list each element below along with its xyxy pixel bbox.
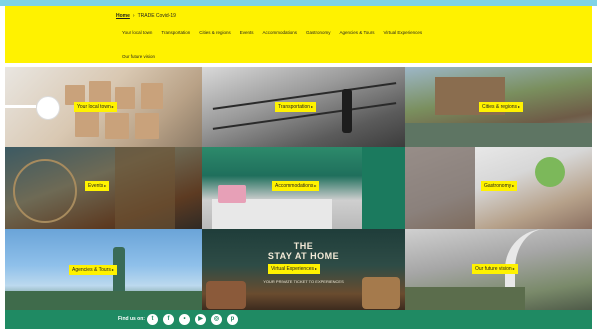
page: Home › TRADE Covid-19 Your local town Tran… <box>0 0 597 329</box>
bed-image <box>212 199 332 229</box>
person-image <box>218 185 246 203</box>
canal-image <box>405 123 592 147</box>
tile-label-text: Virtual Experiences <box>271 266 314 272</box>
tile-our-future-vision[interactable]: Our future vision▸ <box>405 229 592 310</box>
tile-gastronomy[interactable]: Gastronomy▸ <box>405 147 592 229</box>
artwork-image <box>206 281 246 309</box>
letter-block-image <box>115 87 135 109</box>
find-us-label: Find us on: <box>118 316 145 322</box>
tile-accommodations[interactable]: Accommodations▸ <box>202 147 405 229</box>
nav-row: Your local town Transportation Cities & … <box>122 30 422 35</box>
artwork-image <box>362 277 400 309</box>
tile-label-text: Your local town <box>77 104 111 110</box>
nav-row-2: Our future vision <box>122 54 155 59</box>
arrow-right-icon: ▸ <box>518 104 521 109</box>
nav-link-events[interactable]: Events <box>240 30 254 35</box>
arrow-right-icon: ▸ <box>314 183 317 188</box>
letter-block-image <box>141 83 163 109</box>
plate-image <box>535 157 565 187</box>
flickr-icon[interactable]: • <box>179 314 190 325</box>
arrow-right-icon: ▸ <box>315 266 318 271</box>
nav-link-agencies-tours[interactable]: Agencies & Tours <box>340 30 375 35</box>
tile-label-events[interactable]: Events▸ <box>85 181 110 191</box>
tile-label-text: Agencies & Tours <box>72 267 111 273</box>
arrow-right-icon: ▸ <box>111 267 114 272</box>
nav-link-our-future-vision[interactable]: Our future vision <box>122 54 155 59</box>
tile-label-our-future-vision[interactable]: Our future vision▸ <box>472 264 518 274</box>
tile-label-text: Accommodations <box>275 183 314 189</box>
sculpture-image <box>13 159 77 223</box>
carousel-handle[interactable] <box>36 96 60 120</box>
stay-at-home-title-line2: STAY AT HOME <box>267 251 340 261</box>
nav-link-gastronomy[interactable]: Gastronomy <box>306 30 331 35</box>
stay-at-home-title-line1: THE <box>293 241 314 251</box>
tile-label-cities-regions[interactable]: Cities & regions▸ <box>479 102 524 112</box>
tile-label-text: Our future vision <box>475 266 512 272</box>
nav-link-transportation[interactable]: Transportation <box>161 30 190 35</box>
arrow-right-icon: ▸ <box>104 183 107 188</box>
footer: Find us on: t f • ▶ ◎ p <box>5 310 592 329</box>
category-tile-grid: Your local town▸ Transportation▸ Cities … <box>5 67 592 310</box>
facebook-icon[interactable]: f <box>163 314 174 325</box>
carousel-indicator-line <box>5 105 36 108</box>
twitter-icon[interactable]: t <box>147 314 158 325</box>
tile-cities-regions[interactable]: Cities & regions▸ <box>405 67 592 147</box>
breadcrumb-current: TRADE Covid-19 <box>137 13 176 19</box>
nav-link-virtual-experiences[interactable]: Virtual Experiences <box>383 30 422 35</box>
breadcrumb-home-link[interactable]: Home <box>116 13 130 19</box>
garden-image <box>405 287 525 310</box>
nav-link-accommodations[interactable]: Accommodations <box>263 30 298 35</box>
traveler-silhouette <box>342 89 352 133</box>
tile-events[interactable]: Events▸ <box>5 147 202 229</box>
tile-label-text: Transportation <box>278 104 311 110</box>
structure-image <box>115 147 175 229</box>
arrow-right-icon: ▸ <box>311 104 314 109</box>
main-navigation: Home › TRADE Covid-19 Your local town Tran… <box>5 6 592 63</box>
letter-block-image <box>105 113 129 139</box>
letter-block-image <box>135 113 159 139</box>
breadcrumb: Home › TRADE Covid-19 <box>116 13 176 19</box>
tile-transportation[interactable]: Transportation▸ <box>202 67 405 147</box>
breadcrumb-separator: › <box>132 13 135 19</box>
tile-virtual-experiences[interactable]: THE STAY AT HOME YOUR PRIVATE TICKET TO … <box>202 229 405 310</box>
letter-block-image <box>75 111 99 137</box>
tile-label-text: Gastronomy <box>484 183 512 189</box>
tile-label-gastronomy[interactable]: Gastronomy▸ <box>481 181 518 191</box>
youtube-icon[interactable]: ▶ <box>195 314 206 325</box>
nav-link-cities-regions[interactable]: Cities & regions <box>199 30 231 35</box>
tile-label-agencies-tours[interactable]: Agencies & Tours▸ <box>69 265 117 275</box>
green-wall-image <box>362 147 405 229</box>
tile-label-text: Events <box>88 183 104 189</box>
tile-label-virtual-experiences[interactable]: Virtual Experiences▸ <box>268 264 321 274</box>
social-links: t f • ▶ ◎ p <box>147 314 238 325</box>
tile-label-your-local-town[interactable]: Your local town▸ <box>74 102 117 112</box>
arrow-right-icon: ▸ <box>111 104 114 109</box>
arrow-right-icon: ▸ <box>512 183 515 188</box>
tile-agencies-tours[interactable]: Agencies & Tours▸ <box>5 229 202 310</box>
instagram-icon[interactable]: ◎ <box>211 314 222 325</box>
tile-label-text: Cities & regions <box>482 104 518 110</box>
nav-link-your-local-town[interactable]: Your local town <box>122 30 152 35</box>
chef-image <box>405 147 475 229</box>
trees-image <box>5 291 202 310</box>
tile-label-accommodations[interactable]: Accommodations▸ <box>272 181 320 191</box>
tile-label-transportation[interactable]: Transportation▸ <box>275 102 317 112</box>
pinterest-icon[interactable]: p <box>227 314 238 325</box>
arrow-right-icon: ▸ <box>512 266 515 271</box>
